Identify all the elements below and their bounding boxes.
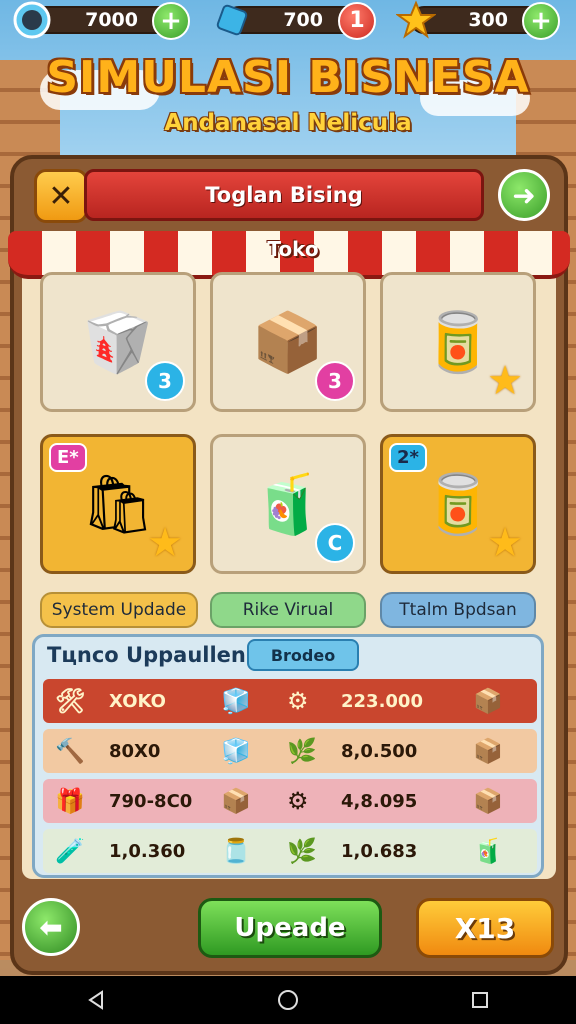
product-tile-2[interactable]: 📦 3 bbox=[210, 272, 366, 412]
coins-value: 7000 bbox=[85, 9, 138, 31]
star-badge-icon: ★ bbox=[487, 520, 523, 566]
category-button-rike-virual[interactable]: Rike Virual bbox=[210, 592, 366, 628]
upgrade-row-name: XOKO bbox=[109, 690, 166, 712]
upgrade-row-value: 1,0.683 bbox=[341, 840, 418, 862]
cube-icon: 🧊 bbox=[221, 737, 251, 765]
coin-icon bbox=[10, 0, 54, 40]
resource-bar: 7000 + 700 1 300 + bbox=[0, 0, 576, 44]
home-circle-icon bbox=[278, 990, 298, 1010]
level-badge: 3 bbox=[315, 361, 355, 401]
nav-recents-button[interactable] bbox=[450, 980, 510, 1020]
panel-header: Toglan Bising bbox=[84, 169, 484, 221]
nav-back-button[interactable] bbox=[66, 980, 126, 1020]
gems-value: 700 bbox=[283, 9, 323, 31]
star-badge-icon: ★ bbox=[487, 358, 523, 404]
crate-icon: 📦 bbox=[473, 687, 503, 715]
jar-icon: 🫙 bbox=[221, 837, 251, 865]
gem-icon bbox=[210, 0, 254, 40]
product-tile-1[interactable]: 🥡 3 bbox=[40, 272, 196, 412]
gems-notification-button[interactable]: 1 bbox=[338, 2, 376, 40]
gift-box-icon: 🎁 bbox=[55, 787, 85, 815]
upgrades-panel: Tцnco Uppaullen Brodeo 🛠 XOKO 🧊 ⚙ 223.00… bbox=[32, 634, 544, 878]
tool-icon: 🛠 bbox=[55, 687, 86, 715]
system-nav-bar bbox=[0, 976, 576, 1024]
stars-value: 300 bbox=[468, 9, 508, 31]
upgrade-button[interactable]: Upeade bbox=[198, 898, 382, 958]
level-badge: 3 bbox=[145, 361, 185, 401]
game-title: SIMULASI BISNESA bbox=[46, 52, 530, 103]
next-arrow-button[interactable]: ➜ bbox=[498, 169, 550, 221]
product-tile-4[interactable]: E* 🛍 ★ bbox=[40, 434, 196, 574]
leaf-icon: 🌿 bbox=[287, 837, 317, 865]
nav-home-button[interactable] bbox=[258, 980, 318, 1020]
back-triangle-icon bbox=[88, 990, 103, 1010]
upgrade-row-value: 8,0.500 bbox=[341, 740, 418, 762]
category-button-system-update[interactable]: System Updade bbox=[40, 592, 198, 628]
upgrade-row[interactable]: 🔨 80X0 🧊 🌿 8,0.500 📦 bbox=[43, 729, 537, 773]
upgrade-row[interactable]: 🛠 XOKO 🧊 ⚙ 223.000 📦 bbox=[43, 679, 537, 723]
star-badge-icon: ★ bbox=[147, 520, 183, 566]
cans-and-boxes-icon: 🥫 bbox=[421, 469, 495, 538]
product-tile-5[interactable]: 🧃 C bbox=[210, 434, 366, 574]
upgrade-row-value: 223.000 bbox=[341, 690, 423, 712]
tile-tag: E* bbox=[49, 443, 87, 472]
upgrade-row[interactable]: 🎁 790-8C0 📦 ⚙ 4,8.095 📦 bbox=[43, 779, 537, 823]
cube-icon: 🧊 bbox=[221, 687, 251, 715]
food-box-icon: 📦 bbox=[251, 307, 325, 376]
settings-icon: ⚙ bbox=[287, 687, 309, 715]
back-button[interactable]: ⬅ bbox=[22, 898, 80, 956]
upgrade-row-name: 790-8C0 bbox=[109, 790, 193, 812]
recents-square-icon bbox=[472, 992, 488, 1008]
game-subtitle: Andanasal Nelicula bbox=[164, 110, 412, 136]
upgrade-row-name: 80X0 bbox=[109, 740, 161, 762]
packaged-foods-icon: 🧃 bbox=[251, 469, 325, 538]
crate-icon: 📦 bbox=[473, 787, 503, 815]
hammer-icon: 🔨 bbox=[55, 737, 85, 765]
add-stars-button[interactable]: + bbox=[522, 2, 560, 40]
awning-label: Toko bbox=[267, 237, 319, 261]
category-button-ttalm-bpdsan[interactable]: Ttalm Bpdsan bbox=[380, 592, 536, 628]
canned-goods-icon: 🥫 bbox=[421, 307, 495, 376]
tube-icon: 🧪 bbox=[55, 837, 85, 865]
upgrade-row-value: 4,8.095 bbox=[341, 790, 418, 812]
tile-tag: 2* bbox=[389, 443, 427, 472]
upgrades-tab[interactable]: Brodeo bbox=[247, 639, 359, 671]
leaf-icon: 🌿 bbox=[287, 737, 317, 765]
juice-box-icon: 🧃 bbox=[473, 837, 503, 865]
upgrade-row-name: 1,0.360 bbox=[109, 840, 186, 862]
product-tile-3[interactable]: 🥫 ★ bbox=[380, 272, 536, 412]
crate-icon: 📦 bbox=[221, 787, 251, 815]
upgrades-title: Tцnco Uppaullen bbox=[47, 643, 246, 667]
add-coins-button[interactable]: + bbox=[152, 2, 190, 40]
close-button[interactable]: ✕ bbox=[34, 169, 88, 223]
snack-box-icon: 🥡 bbox=[81, 307, 155, 376]
upgrade-row[interactable]: 🧪 1,0.360 🫙 🌿 1,0.683 🧃 bbox=[43, 829, 537, 873]
multiplier-button[interactable]: X13 bbox=[416, 898, 554, 958]
gems-notification-count: 1 bbox=[349, 8, 365, 33]
level-badge: C bbox=[315, 523, 355, 563]
star-icon bbox=[394, 0, 438, 40]
crate-icon: 📦 bbox=[473, 737, 503, 765]
back-arrow-icon: ⬅ bbox=[39, 910, 63, 944]
grocery-set-icon: 🛍 bbox=[81, 469, 155, 538]
gear-icon: ⚙ bbox=[287, 787, 309, 815]
product-tile-6[interactable]: 2* 🥫 ★ bbox=[380, 434, 536, 574]
